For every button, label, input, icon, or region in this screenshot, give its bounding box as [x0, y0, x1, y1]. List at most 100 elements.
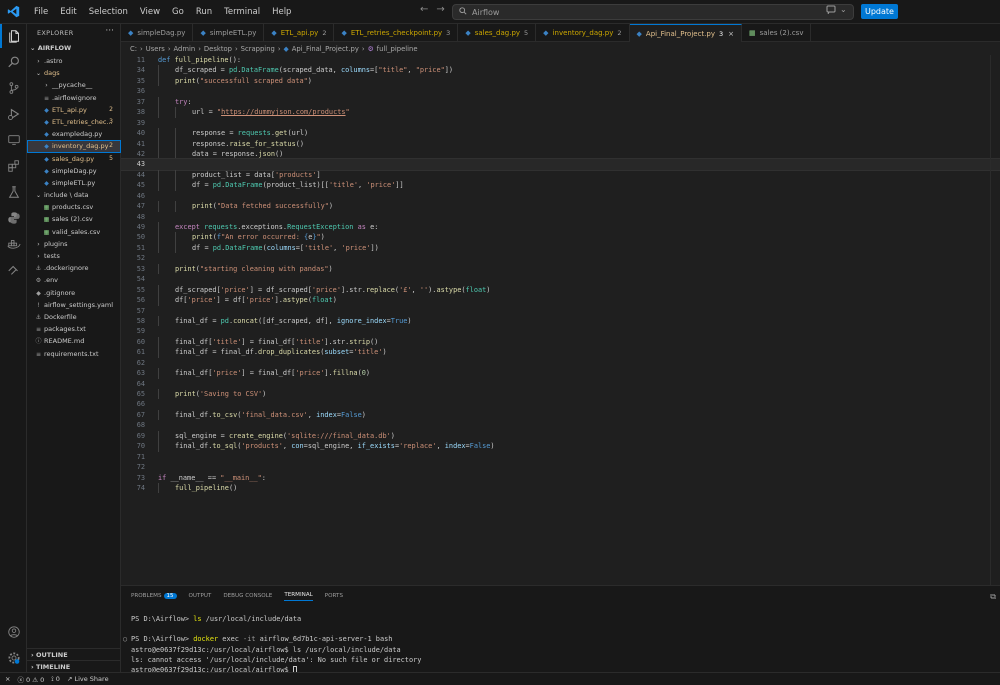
- tree-item[interactable]: ⓘ README.md: [27, 335, 121, 347]
- breadcrumb-item[interactable]: full_pipeline: [377, 45, 418, 53]
- update-button[interactable]: Update: [861, 4, 898, 19]
- tree-item[interactable]: ◆ ETL_retries_chec... 3: [27, 116, 121, 128]
- python-file-icon: ◆: [271, 29, 277, 37]
- explorer-icon[interactable]: [0, 24, 27, 48]
- editor-tab[interactable]: ◆ sales_dag.py 5: [458, 24, 537, 42]
- breadcrumb-item[interactable]: Scrapping: [241, 45, 275, 53]
- manage-gear-icon[interactable]: [0, 646, 27, 670]
- timeline-section[interactable]: › TIMELINE: [27, 660, 121, 672]
- remote-icon[interactable]: [0, 258, 27, 282]
- menu-edit[interactable]: Edit: [54, 0, 82, 24]
- tree-item[interactable]: ◆ simpleETL.py: [27, 177, 121, 189]
- remote-indicator-icon[interactable]: ⨯: [5, 675, 10, 683]
- account-icon[interactable]: [0, 620, 27, 644]
- outline-section[interactable]: › OUTLINE: [27, 648, 121, 660]
- tree-item[interactable]: ▦ valid_sales.csv: [27, 226, 121, 238]
- breadcrumb-item[interactable]: Admin: [174, 45, 196, 53]
- editor-tab[interactable]: ◆ ETL_retries_checkpoint.py 3: [334, 24, 459, 42]
- menu-file[interactable]: File: [28, 0, 54, 24]
- panel-tab-debug-console[interactable]: DEBUG CONSOLE: [223, 592, 272, 601]
- forward-arrow-icon[interactable]: →: [436, 4, 444, 15]
- menu-bar: File Edit Selection View Go Run Terminal Help: [28, 0, 297, 24]
- docker-icon[interactable]: [0, 232, 27, 256]
- tree-item[interactable]: ▦ products.csv: [27, 201, 121, 213]
- live-share-status[interactable]: ↗ Live Share: [67, 675, 109, 683]
- remote-explorer-icon[interactable]: [0, 128, 27, 152]
- menu-selection[interactable]: Selection: [83, 0, 134, 24]
- menu-help[interactable]: Help: [266, 0, 297, 24]
- tree-item[interactable]: ◆ ETL_api.py 2: [27, 104, 121, 116]
- menu-go[interactable]: Go: [166, 0, 190, 24]
- search-icon[interactable]: [0, 50, 27, 74]
- python-icon[interactable]: [0, 206, 27, 230]
- tree-item[interactable]: › .astro: [27, 55, 121, 67]
- code-editor[interactable]: 11 def full_pipeline(): 34 df_scraped = pd.…: [121, 55, 1000, 585]
- tree-item[interactable]: ⚓ .dockerignore: [27, 262, 121, 274]
- editor-tab[interactable]: ◆ simpleDag.py: [121, 24, 194, 42]
- tree-item[interactable]: ▦ sales (2).csv: [27, 213, 121, 225]
- tree-item[interactable]: ◆ inventory_dag.py 2: [27, 140, 121, 153]
- editor-tab[interactable]: ◆ ETL_api.py 2: [264, 24, 335, 42]
- chevron-down-icon[interactable]: ⌄: [840, 5, 847, 16]
- tree-item[interactable]: ⚙ .env: [27, 274, 121, 286]
- tree-item-label: ETL_api.py: [52, 105, 87, 114]
- tree-item[interactable]: ≡ packages.txt: [27, 323, 121, 335]
- file-tree: › .astro ⌄ dags › __pycache__ ≡ .airflowignore ◆…: [27, 55, 121, 360]
- indent-guide: [158, 169, 159, 181]
- tree-item[interactable]: ⌄ include \ data: [27, 189, 121, 201]
- menu-terminal[interactable]: Terminal: [218, 0, 266, 24]
- tree-item-label: Dockerfile: [44, 312, 77, 321]
- ports-count: 0: [55, 674, 60, 683]
- panel-tab-problems[interactable]: PROBLEMS 15: [131, 592, 177, 601]
- tree-item[interactable]: ◆ exampledag.py: [27, 128, 121, 140]
- ports-status[interactable]: ⟟ 0: [51, 675, 60, 684]
- tree-item[interactable]: ≡ requirements.txt: [27, 348, 121, 360]
- menu-view[interactable]: View: [134, 0, 166, 24]
- close-tab-icon[interactable]: ×: [728, 30, 734, 38]
- breadcrumb-item[interactable]: Api_Final_Project.py: [292, 45, 359, 53]
- workspace-root[interactable]: ⌄ AIRFLOW: [30, 44, 71, 52]
- tree-item-label: exampledag.py: [52, 130, 103, 139]
- breadcrumb-item[interactable]: C:: [130, 45, 137, 53]
- extensions-icon[interactable]: [0, 154, 27, 178]
- tree-item[interactable]: › plugins: [27, 238, 121, 250]
- panel-tab-terminal[interactable]: TERMINAL: [284, 592, 313, 601]
- source-control-icon[interactable]: [0, 76, 27, 100]
- tree-item[interactable]: ≡ .airflowignore: [27, 92, 121, 104]
- editor-scrollbar[interactable]: [990, 55, 1000, 585]
- code-line: 70 final_df.to_sql('products', con=sql_en…: [121, 441, 1000, 452]
- breadcrumb-item[interactable]: Users: [146, 45, 165, 53]
- menu-run[interactable]: Run: [190, 0, 218, 24]
- line-number: 70: [136, 442, 145, 451]
- testing-icon[interactable]: [0, 180, 27, 204]
- tree-item[interactable]: ! airflow_settings.yaml: [27, 299, 121, 311]
- panel-tab-output[interactable]: OUTPUT: [189, 592, 212, 601]
- live-share-label: Live Share: [74, 675, 109, 683]
- run-debug-icon[interactable]: [0, 102, 27, 126]
- tree-item[interactable]: ⌄ dags: [27, 67, 121, 79]
- editor-tab[interactable]: ◆ Api_Final_Project.py 3 ×: [629, 24, 742, 42]
- tree-item[interactable]: › tests: [27, 250, 121, 262]
- more-actions-icon[interactable]: ···: [105, 26, 114, 36]
- code-lines: 11 def full_pipeline(): 34 df_scraped = pd.…: [121, 55, 1000, 494]
- tree-item[interactable]: ◆ simpleDag.py: [27, 165, 121, 177]
- tree-item[interactable]: ◆ .gitignore: [27, 287, 121, 299]
- tree-item[interactable]: › __pycache__: [27, 79, 121, 91]
- maximize-panel-icon[interactable]: ⧉: [990, 592, 996, 602]
- breadcrumb-item[interactable]: Desktop: [204, 45, 232, 53]
- back-arrow-icon[interactable]: ←: [420, 4, 428, 15]
- command-center-search[interactable]: Airflow: [452, 4, 854, 20]
- problems-status[interactable]: ⓧ 0 ⚠ 0: [17, 674, 44, 684]
- tree-item[interactable]: ⚓ Dockerfile: [27, 311, 121, 323]
- line-number: 55: [136, 285, 145, 294]
- editor-tab[interactable]: ▦ sales (2).csv: [742, 24, 812, 42]
- terminal[interactable]: PS D:\Airflow> ls /usr/local/include/dat…: [123, 614, 991, 675]
- editor-tab[interactable]: ◆ inventory_dag.py 2: [536, 24, 630, 42]
- python-file-icon: ◆: [465, 29, 471, 37]
- panel-tab-ports[interactable]: PORTS: [325, 592, 343, 601]
- activity-bar: [0, 24, 27, 672]
- tree-item[interactable]: ◆ sales_dag.py 5: [27, 153, 121, 165]
- editor-tab[interactable]: ◆ simpleETL.py: [193, 24, 265, 42]
- copilot-icon[interactable]: [826, 5, 836, 16]
- code-line: 44 product_list = data['products']: [121, 169, 1000, 181]
